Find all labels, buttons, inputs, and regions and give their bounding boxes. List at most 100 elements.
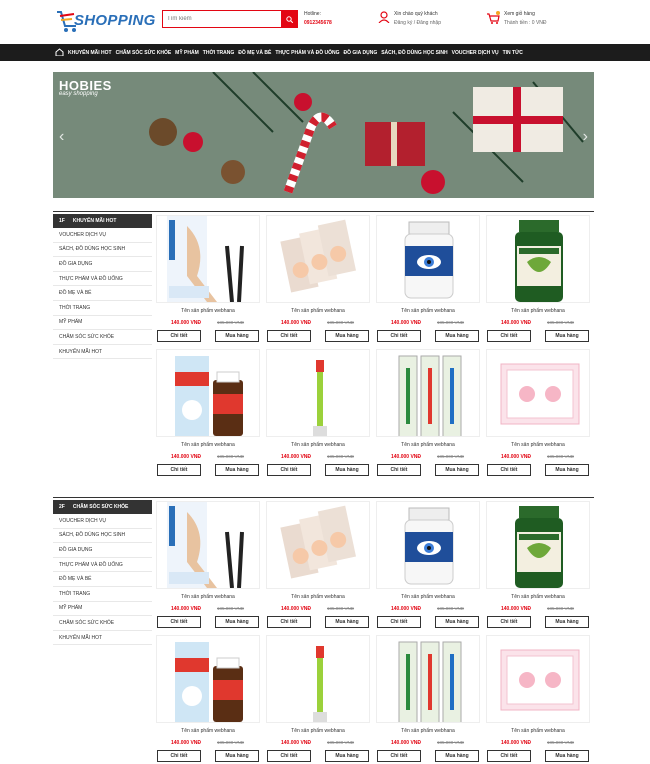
product-image[interactable] — [266, 215, 370, 303]
product-card[interactable]: Tên sản phẩm webhana 140.000 VNĐ 185.000 V… — [485, 500, 591, 630]
product-name[interactable]: Tên sản phẩm webhana — [485, 728, 591, 734]
detail-button[interactable]: Chi tiết — [487, 616, 531, 628]
chevron-right-icon[interactable]: › — [583, 128, 588, 146]
product-card[interactable]: Tên sản phẩm webhana 140.000 VNĐ 185.000 V… — [375, 214, 481, 344]
chevron-left-icon[interactable]: ‹ — [59, 128, 64, 146]
buy-button[interactable]: Mua hàng — [435, 464, 479, 476]
sidebar-item[interactable]: CHĂM SÓC SỨC KHỎE — [53, 330, 152, 345]
sidebar-item[interactable]: THỜI TRANG — [53, 587, 152, 602]
buy-button[interactable]: Mua hàng — [215, 750, 259, 762]
product-card[interactable]: Tên sản phẩm webhana 140.000 VNĐ 185.000 V… — [485, 348, 591, 478]
product-card[interactable]: Tên sản phẩm webhana 140.000 VNĐ 185.000 V… — [485, 634, 591, 764]
product-card[interactable]: Tên sản phẩm webhana 140.000 VNĐ 185.000 V… — [265, 500, 371, 630]
sidebar-item[interactable]: ĐỒ GIA DỤNG — [53, 257, 152, 272]
account-links[interactable]: Đăng ký / Đăng nhập — [394, 19, 441, 28]
product-card[interactable]: Tên sản phẩm webhana 140.000 VNĐ 185.000 V… — [485, 214, 591, 344]
product-image[interactable] — [376, 349, 480, 437]
product-card[interactable]: Tên sản phẩm webhana 140.000 VNĐ 185.000 V… — [375, 348, 481, 478]
buy-button[interactable]: Mua hàng — [545, 330, 589, 342]
sidebar-item[interactable]: ĐỒ MẸ VÀ BÉ — [53, 572, 152, 587]
product-card[interactable]: Tên sản phẩm webhana 140.000 VNĐ 185.000 V… — [155, 500, 261, 630]
product-image[interactable] — [486, 215, 590, 303]
sidebar-item[interactable]: ĐỒ MẸ VÀ BÉ — [53, 286, 152, 301]
product-name[interactable]: Tên sản phẩm webhana — [375, 594, 481, 600]
product-name[interactable]: Tên sản phẩm webhana — [265, 594, 371, 600]
detail-button[interactable]: Chi tiết — [377, 464, 421, 476]
hotline-number[interactable]: 0912345678 — [304, 19, 332, 28]
buy-button[interactable]: Mua hàng — [215, 464, 259, 476]
sidebar-item[interactable]: MỸ PHẨM — [53, 316, 152, 331]
search-input[interactable] — [163, 11, 282, 27]
detail-button[interactable]: Chi tiết — [267, 464, 311, 476]
product-card[interactable]: Tên sản phẩm webhana 140.000 VNĐ 185.000 V… — [265, 634, 371, 764]
detail-button[interactable]: Chi tiết — [487, 330, 531, 342]
buy-button[interactable]: Mua hàng — [435, 750, 479, 762]
sidebar-item[interactable]: CHĂM SÓC SỨC KHỎE — [53, 616, 152, 631]
detail-button[interactable]: Chi tiết — [377, 750, 421, 762]
nav-item[interactable]: MỸ PHẨM — [175, 50, 199, 56]
detail-button[interactable]: Chi tiết — [487, 750, 531, 762]
product-card[interactable]: Tên sản phẩm webhana 140.000 VNĐ 185.000 V… — [155, 214, 261, 344]
sidebar-item[interactable]: THỰC PHẨM VÀ ĐỒ UỐNG — [53, 558, 152, 573]
buy-button[interactable]: Mua hàng — [215, 330, 259, 342]
product-name[interactable]: Tên sản phẩm webhana — [265, 442, 371, 448]
nav-item[interactable]: ĐỒ GIA DỤNG — [344, 50, 378, 56]
home-icon[interactable] — [55, 48, 64, 56]
detail-button[interactable]: Chi tiết — [267, 750, 311, 762]
product-image[interactable] — [486, 635, 590, 723]
detail-button[interactable]: Chi tiết — [157, 750, 201, 762]
product-name[interactable]: Tên sản phẩm webhana — [265, 308, 371, 314]
nav-item[interactable]: TIN TỨC — [503, 50, 523, 56]
detail-button[interactable]: Chi tiết — [267, 616, 311, 628]
product-card[interactable]: Tên sản phẩm webhana 140.000 VNĐ 185.000 V… — [155, 348, 261, 478]
product-image[interactable] — [266, 501, 370, 589]
detail-button[interactable]: Chi tiết — [157, 464, 201, 476]
detail-button[interactable]: Chi tiết — [377, 616, 421, 628]
sidebar-item[interactable]: KHUYẾN MÃI HOT — [53, 345, 152, 360]
product-card[interactable]: Tên sản phẩm webhana 140.000 VNĐ 185.000 V… — [375, 500, 481, 630]
nav-item[interactable]: THỜI TRANG — [203, 50, 234, 56]
nav-item[interactable]: SÁCH, ĐỒ DÙNG HỌC SINH — [381, 50, 447, 56]
product-image[interactable] — [486, 501, 590, 589]
buy-button[interactable]: Mua hàng — [545, 750, 589, 762]
product-image[interactable] — [156, 349, 260, 437]
product-name[interactable]: Tên sản phẩm webhana — [155, 728, 261, 734]
sidebar-item[interactable]: KHUYẾN MÃI HOT — [53, 631, 152, 646]
product-image[interactable] — [266, 349, 370, 437]
product-image[interactable] — [156, 215, 260, 303]
product-name[interactable]: Tên sản phẩm webhana — [485, 594, 591, 600]
product-card[interactable]: Tên sản phẩm webhana 140.000 VNĐ 185.000 V… — [265, 348, 371, 478]
buy-button[interactable]: Mua hàng — [435, 616, 479, 628]
sidebar-item[interactable]: THỰC PHẨM VÀ ĐỒ UỐNG — [53, 272, 152, 287]
detail-button[interactable]: Chi tiết — [157, 616, 201, 628]
product-card[interactable]: Tên sản phẩm webhana 140.000 VNĐ 185.000 V… — [155, 634, 261, 764]
detail-button[interactable]: Chi tiết — [157, 330, 201, 342]
product-name[interactable]: Tên sản phẩm webhana — [485, 308, 591, 314]
sidebar-item[interactable]: SÁCH, ĐỒ DÙNG HỌC SINH — [53, 243, 152, 258]
product-name[interactable]: Tên sản phẩm webhana — [155, 308, 261, 314]
product-image[interactable] — [486, 349, 590, 437]
buy-button[interactable]: Mua hàng — [325, 616, 369, 628]
buy-button[interactable]: Mua hàng — [545, 464, 589, 476]
product-image[interactable] — [376, 635, 480, 723]
detail-button[interactable]: Chi tiết — [267, 330, 311, 342]
hero-banner[interactable]: HOBIES easy shopping ‹ › — [53, 72, 594, 198]
logo[interactable]: SHOPPING — [54, 4, 155, 34]
search-button[interactable] — [281, 11, 297, 27]
product-name[interactable]: Tên sản phẩm webhana — [155, 594, 261, 600]
product-image[interactable] — [156, 501, 260, 589]
nav-item[interactable]: CHĂM SÓC SỨC KHỎE — [116, 50, 172, 56]
nav-item[interactable]: KHUYẾN MÃI HOT — [68, 50, 112, 56]
product-name[interactable]: Tên sản phẩm webhana — [265, 728, 371, 734]
detail-button[interactable]: Chi tiết — [487, 464, 531, 476]
buy-button[interactable]: Mua hàng — [215, 616, 259, 628]
nav-item[interactable]: ĐỒ MẸ VÀ BÉ — [238, 50, 271, 56]
product-image[interactable] — [156, 635, 260, 723]
nav-item[interactable]: VOUCHER DỊCH VỤ — [452, 50, 499, 56]
nav-item[interactable]: THỰC PHẨM VÀ ĐỒ UỐNG — [275, 50, 339, 56]
buy-button[interactable]: Mua hàng — [325, 330, 369, 342]
buy-button[interactable]: Mua hàng — [325, 464, 369, 476]
product-image[interactable] — [266, 635, 370, 723]
product-image[interactable] — [376, 215, 480, 303]
product-card[interactable]: Tên sản phẩm webhana 140.000 VNĐ 185.000 V… — [375, 634, 481, 764]
